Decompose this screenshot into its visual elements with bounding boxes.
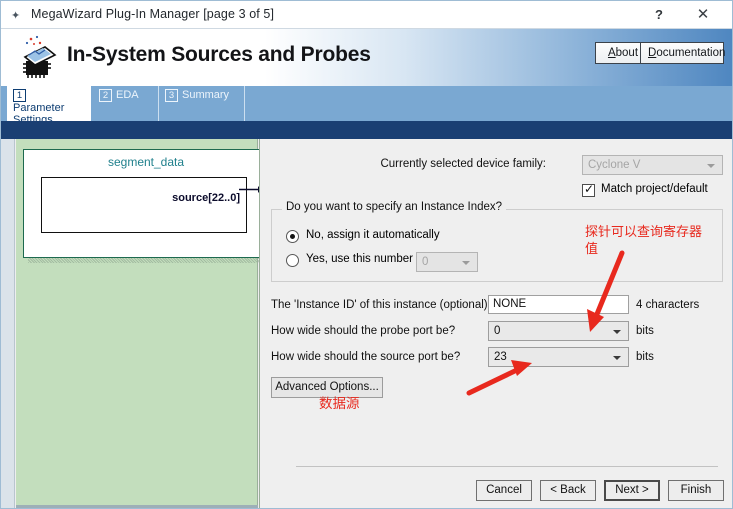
- help-button[interactable]: ?: [642, 4, 676, 26]
- symbol-port-label: source[22..0]: [172, 192, 240, 204]
- preview-pane-bottom-edge: [16, 505, 258, 508]
- probe-port-width-value: 0: [494, 325, 501, 337]
- next-button[interactable]: Next >: [604, 480, 660, 501]
- tab-label: Summary: [182, 89, 230, 101]
- radio-button-unselected: [286, 254, 299, 267]
- title-bar: ✦ MegaWizard Plug-In Manager [page 3 of …: [1, 1, 732, 29]
- tab-number: 2: [99, 89, 112, 102]
- symbol-name-label: segment_data: [107, 155, 185, 169]
- source-port-width-value: 23: [494, 351, 507, 363]
- tab-eda[interactable]: 2 EDA: [93, 86, 159, 121]
- probe-port-width-units: bits: [636, 325, 654, 337]
- device-family-label: Currently selected device family:: [380, 158, 546, 170]
- chevron-down-icon: [462, 261, 470, 265]
- about-mnemonic: A: [607, 47, 616, 59]
- documentation-label-rest: ocumentation: [656, 47, 726, 59]
- wizard-wand-icon: ✦: [11, 10, 21, 22]
- block-symbol-preview: segment_data source[22..0]: [16, 139, 272, 505]
- radio-use-this-number-label: Yes, use this number: [306, 253, 413, 265]
- parameter-settings-panel: Currently selected device family: Cyclon…: [259, 139, 732, 508]
- instance-id-value: NONE: [493, 298, 527, 310]
- tab-number: 3: [165, 89, 178, 102]
- wizard-tab-strip: 1Parameter Settings 2 EDA 3 Summary: [1, 86, 732, 126]
- radio-assign-automatically-label: No, assign it automatically: [306, 229, 440, 241]
- tab-number: 1: [13, 89, 26, 102]
- instance-index-number-value: 0: [422, 256, 429, 268]
- banner: In-System Sources and Probes About Docum…: [1, 29, 732, 86]
- chevron-down-icon: [613, 356, 621, 360]
- instance-id-label: The 'Instance ID' of this instance (opti…: [271, 299, 491, 311]
- left-edge-strip: [1, 139, 15, 508]
- tab-parameter-settings[interactable]: 1Parameter Settings: [7, 86, 91, 126]
- device-family-value: Cyclone V: [588, 159, 641, 171]
- radio-button-selected: [286, 230, 299, 243]
- annotation-probe-text: 探针可以查询寄存器 值: [585, 225, 703, 257]
- megawizard-dialog: ✦ MegaWizard Plug-In Manager [page 3 of …: [0, 0, 733, 509]
- cancel-button[interactable]: Cancel: [476, 480, 532, 501]
- tab-strip-accent-bar: [1, 121, 732, 139]
- back-button[interactable]: < Back: [540, 480, 596, 501]
- footer-divider: [296, 466, 718, 467]
- chevron-down-icon: [707, 164, 715, 168]
- source-port-width-dropdown[interactable]: 23: [488, 347, 629, 367]
- probe-port-width-label: How wide should the probe port be?: [271, 325, 456, 337]
- close-button[interactable]: ✕: [686, 4, 720, 26]
- device-family-dropdown[interactable]: Cyclone V: [582, 155, 723, 175]
- about-label-rest: bout: [615, 47, 639, 59]
- advanced-options-button[interactable]: Advanced Options...: [271, 377, 383, 398]
- symbol-inner-box: source[22..0]: [41, 177, 247, 233]
- banner-title: In-System Sources and Probes: [67, 43, 371, 66]
- instance-id-character-hint: 4 characters: [636, 299, 700, 311]
- instance-index-number-dropdown[interactable]: 0: [416, 252, 478, 272]
- tab-summary[interactable]: 3 Summary: [159, 86, 245, 121]
- instance-id-input[interactable]: NONE: [488, 295, 629, 314]
- window-title: MegaWizard Plug-In Manager [page 3 of 5]: [31, 7, 275, 21]
- source-port-width-label: How wide should the source port be?: [271, 351, 461, 363]
- finish-button[interactable]: Finish: [668, 480, 724, 501]
- instance-index-group-title: Do you want to specify an Instance Index…: [282, 201, 507, 213]
- symbol-outer-box: segment_data source[22..0]: [23, 149, 267, 258]
- checkbox-box: ✓: [582, 182, 595, 197]
- tab-label: EDA: [116, 89, 139, 101]
- chevron-down-icon: [613, 330, 621, 334]
- check-icon: ✓: [584, 182, 595, 196]
- match-project-default-label: Match project/default: [601, 183, 708, 195]
- probe-port-width-dropdown[interactable]: 0: [488, 321, 629, 341]
- documentation-button[interactable]: Documentation: [640, 42, 726, 64]
- chip-wizard-icon: [23, 35, 57, 78]
- source-port-width-units: bits: [636, 351, 654, 363]
- annotation-source-text: 数据源: [319, 396, 360, 412]
- dialog-body: segment_data source[22..0] Currently sel…: [1, 139, 732, 508]
